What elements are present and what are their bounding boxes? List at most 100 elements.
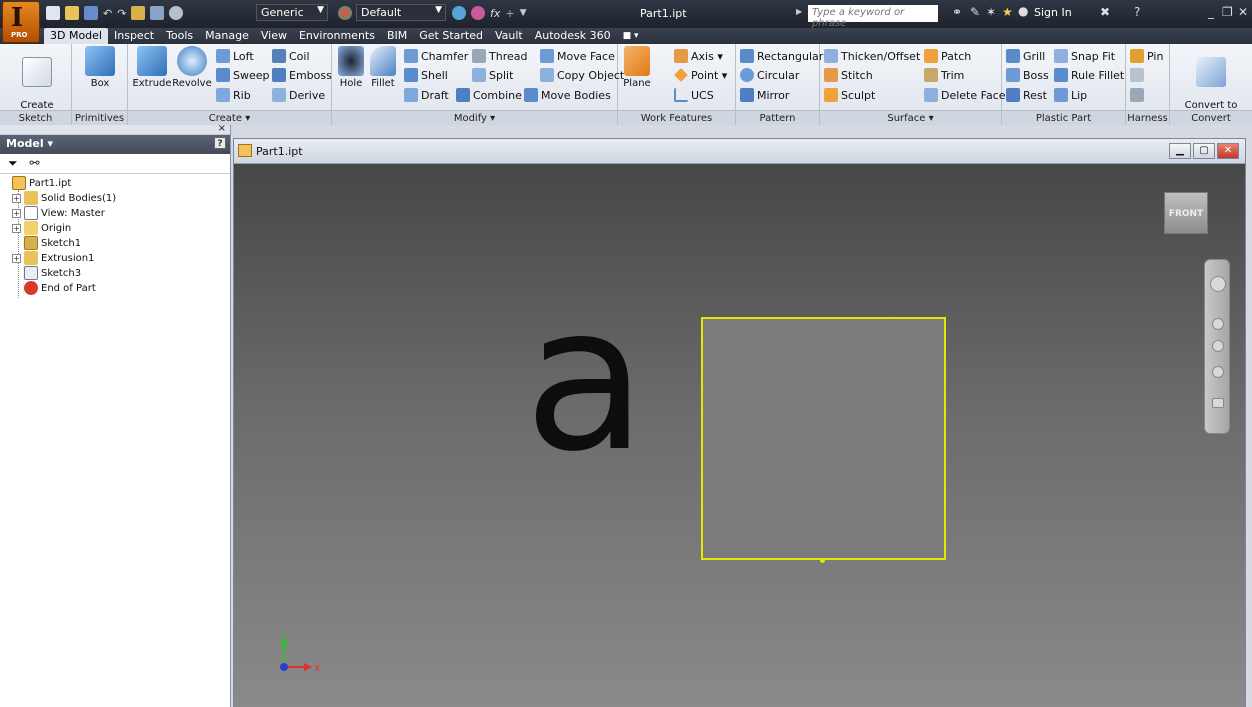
box-button[interactable]: Box [80, 46, 120, 89]
combine-button[interactable]: Combine [456, 87, 522, 103]
patch-button[interactable]: Patch [924, 48, 971, 64]
browser-title-dropdown[interactable]: Model ▾ [6, 137, 53, 150]
pin-button[interactable]: Pin [1130, 48, 1163, 64]
tree-node-end-of-part[interactable]: End of Part [24, 281, 96, 295]
grill-button[interactable]: Grill [1006, 48, 1045, 64]
tree-node-view-master[interactable]: + View: Master [12, 206, 105, 220]
help-icon[interactable]: ? [1134, 5, 1140, 19]
tab-get-started[interactable]: Get Started [413, 28, 489, 44]
find-binoculars-icon[interactable]: ⚯ [29, 156, 39, 170]
subscription-icon[interactable]: ✎ [970, 5, 980, 19]
emboss-button[interactable]: Emboss [272, 67, 332, 83]
move-face-button[interactable]: Move Face [540, 48, 615, 64]
update-icon[interactable] [169, 6, 184, 20]
axis-button[interactable]: Axis ▾ [674, 48, 723, 64]
orbit-icon[interactable] [1212, 366, 1224, 378]
new-icon[interactable] [46, 6, 60, 20]
tree-node-sketch3[interactable]: Sketch3 [24, 266, 81, 280]
communication-icon[interactable]: ✶ [986, 5, 996, 19]
clear-appearance-icon[interactable] [471, 6, 485, 20]
application-menu-button[interactable]: I PRO [2, 1, 40, 43]
minimize-app-icon[interactable]: _ [1208, 5, 1214, 19]
harness-tool-2-button[interactable] [1130, 87, 1144, 103]
tree-node-solid-bodies[interactable]: + Solid Bodies(1) [12, 191, 116, 205]
extrude-button[interactable]: Extrude [132, 46, 172, 89]
rule-fillet-button[interactable]: Rule Fillet [1054, 67, 1124, 83]
browser-help-icon[interactable]: ? [214, 137, 226, 149]
look-at-icon[interactable] [1212, 398, 1224, 408]
tab-view[interactable]: View [255, 28, 293, 44]
expand-icon[interactable]: + [12, 193, 21, 203]
graphics-viewport[interactable]: a FRONT X Y [234, 164, 1245, 707]
tree-node-part[interactable]: Part1.ipt [12, 176, 71, 190]
sign-in-link[interactable]: Sign In [1034, 6, 1072, 19]
expand-icon[interactable]: + [12, 223, 21, 233]
select-icon[interactable] [150, 6, 165, 20]
project-icon[interactable] [131, 6, 146, 20]
redo-icon[interactable]: ↷ [117, 7, 126, 20]
document-tab-label[interactable]: Part1.ipt [256, 145, 303, 158]
sketch-rectangle[interactable] [701, 317, 946, 560]
sweep-button[interactable]: Sweep [216, 67, 270, 83]
exchange-icon[interactable]: ✖ [1100, 5, 1110, 19]
snap-fit-button[interactable]: Snap Fit [1054, 48, 1115, 64]
mirror-button[interactable]: Mirror [740, 87, 789, 103]
search-arrow-icon[interactable]: ▶ [796, 7, 802, 16]
tab-environments[interactable]: Environments [293, 28, 381, 44]
tab-inspect[interactable]: Inspect [108, 28, 160, 44]
trim-button[interactable]: Trim [924, 67, 964, 83]
favorites-star-icon[interactable]: ★ [1002, 5, 1013, 19]
chamfer-button[interactable]: Chamfer [404, 48, 468, 64]
tab-3d-model[interactable]: 3D Model [44, 28, 108, 44]
point-button[interactable]: Point ▾ [674, 67, 727, 83]
binoculars-icon[interactable]: ⚭ [952, 5, 962, 19]
steering-wheel-icon[interactable] [1210, 276, 1226, 292]
loft-button[interactable]: Loft [216, 48, 254, 64]
expand-icon[interactable]: + [12, 208, 21, 218]
browser-close-icon[interactable]: × [218, 123, 226, 134]
undo-icon[interactable]: ↶ [103, 7, 112, 20]
sketch-text-a[interactable]: a [524, 280, 647, 480]
zoom-icon[interactable] [1212, 340, 1224, 352]
copy-object-button[interactable]: Copy Object [540, 67, 624, 83]
tab-autodesk-360[interactable]: Autodesk 360 [529, 28, 617, 44]
close-app-icon[interactable]: ✕ [1238, 5, 1248, 19]
ucs-button[interactable]: UCS [674, 87, 714, 103]
tree-node-extrusion1[interactable]: + Extrusion1 [12, 251, 94, 265]
harness-tool-1-button[interactable] [1130, 67, 1144, 83]
maximize-doc-icon[interactable]: ▢ [1193, 143, 1215, 159]
parameters-icon[interactable]: fx [490, 7, 500, 20]
browser-grip[interactable]: × [0, 123, 230, 135]
tab-vault[interactable]: Vault [489, 28, 529, 44]
rest-button[interactable]: Rest [1006, 87, 1047, 103]
sculpt-button[interactable]: Sculpt [824, 87, 875, 103]
customize-qat-icon[interactable]: ▼ [520, 8, 527, 18]
tab-manage[interactable]: Manage [199, 28, 255, 44]
tab-overflow-icon[interactable]: ■ ▾ [617, 28, 645, 44]
expand-icon[interactable]: + [12, 253, 21, 263]
save-icon[interactable] [84, 6, 98, 20]
pan-icon[interactable] [1212, 318, 1224, 330]
move-bodies-button[interactable]: Move Bodies [524, 87, 611, 103]
appearance-combo[interactable]: Default ▼ [356, 4, 446, 21]
minimize-doc-icon[interactable]: ▁ [1169, 143, 1191, 159]
viewcube[interactable]: FRONT [1164, 192, 1208, 234]
adjust-icon[interactable] [452, 6, 466, 20]
stitch-button[interactable]: Stitch [824, 67, 873, 83]
circular-pattern-button[interactable]: Circular [740, 67, 799, 83]
delete-face-button[interactable]: Delete Face [924, 87, 1006, 103]
thread-button[interactable]: Thread [472, 48, 527, 64]
restore-app-icon[interactable]: ❐ [1222, 5, 1233, 19]
rib-button[interactable]: Rib [216, 87, 251, 103]
lip-button[interactable]: Lip [1054, 87, 1087, 103]
sketch-midpoint[interactable] [820, 558, 825, 563]
coil-button[interactable]: Coil [272, 48, 310, 64]
revolve-button[interactable]: Revolve [172, 46, 212, 89]
filter-icon[interactable]: ⏷ [8, 156, 18, 170]
open-icon[interactable] [65, 6, 79, 20]
shell-button[interactable]: Shell [404, 67, 448, 83]
search-input[interactable]: Type a keyword or phrase [808, 5, 938, 29]
measure-icon[interactable]: + [505, 7, 514, 20]
tab-bim[interactable]: BIM [381, 28, 413, 44]
draft-button[interactable]: Draft [404, 87, 449, 103]
